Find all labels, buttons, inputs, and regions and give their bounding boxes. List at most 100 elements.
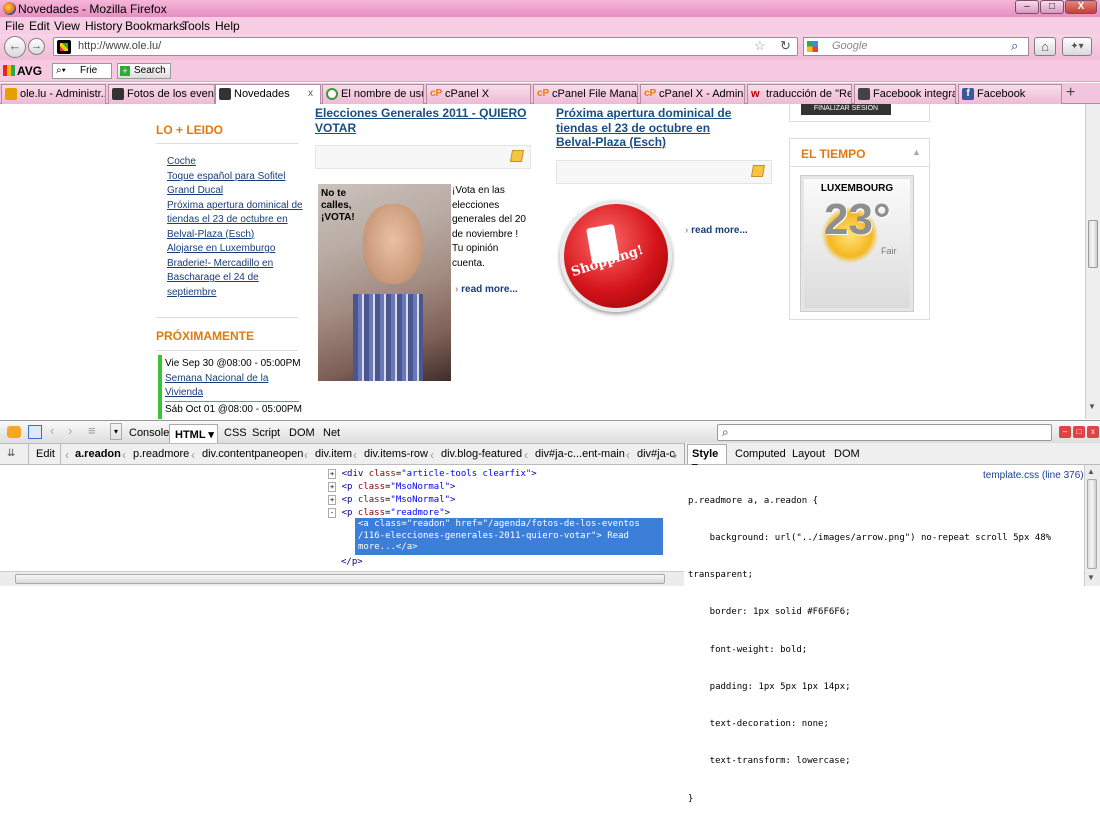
article-title[interactable]: Belval-Plaza (Esch)	[556, 135, 666, 150]
list-item[interactable]: Próxima apertura dominical de	[167, 199, 307, 214]
tab-cpanel-file[interactable]: cP cPanel File Mana...	[533, 84, 638, 104]
scrollbar-thumb[interactable]	[1088, 220, 1098, 268]
article-title[interactable]: VOTAR	[315, 121, 356, 136]
tab-novedades[interactable]: Novedades x	[215, 84, 321, 105]
scrollbar-thumb[interactable]	[1087, 479, 1097, 569]
tab-css[interactable]: CSS	[224, 427, 247, 439]
maximize-button[interactable]: □	[1040, 0, 1064, 14]
bookmark-star-icon[interactable]: ☆	[754, 38, 766, 54]
tab-facebook-integ[interactable]: Facebook integrat...	[854, 84, 956, 104]
article-image-vote[interactable]: No te calles, ¡VOTA!	[318, 184, 451, 381]
forward-button[interactable]: →	[28, 38, 45, 55]
scroll-down-icon[interactable]: ▼	[1087, 573, 1095, 582]
event-link[interactable]: Semana Nacional de la	[165, 372, 268, 387]
expand-icon[interactable]: ⇊	[7, 448, 15, 459]
breadcrumb-item[interactable]: div#ja-c	[637, 448, 675, 460]
tab-script[interactable]: Script	[252, 427, 280, 439]
read-more-link[interactable]: › read more...	[455, 284, 518, 295]
selected-html-node[interactable]: <a class="readon" href="/agenda/fotos-de…	[355, 518, 663, 555]
tab-style[interactable]: Style ▾	[687, 444, 727, 473]
html-node[interactable]: + <div class="article-tools clearfix">	[328, 469, 537, 479]
menu-history[interactable]: History	[85, 19, 122, 33]
article-title[interactable]: Elecciones Generales 2011 - QUIERO	[315, 106, 526, 121]
reload-icon[interactable]: ↻	[780, 38, 791, 54]
logout-button[interactable]: FINALIZAR SESION	[801, 104, 891, 115]
tab-html[interactable]: HTML ▾	[169, 424, 218, 444]
close-tab-icon[interactable]: x	[308, 85, 313, 103]
html-node[interactable]: - <p class="readmore">	[328, 508, 450, 518]
url-bar[interactable]: http://www.ole.lu/ ☆ ↻	[53, 37, 798, 56]
page-scrollbar[interactable]: ▼	[1085, 104, 1100, 419]
article-title[interactable]: tiendas el 23 de octubre en	[556, 121, 710, 136]
back-button[interactable]: ←	[4, 36, 26, 58]
article-title[interactable]: Próxima apertura dominical de	[556, 106, 731, 121]
breadcrumb-item[interactable]: a.readon	[75, 448, 121, 460]
detach-firebug-icon[interactable]: □	[1073, 426, 1085, 438]
menu-help[interactable]: Help	[215, 19, 240, 33]
minimize-firebug-icon[interactable]: –	[1059, 426, 1071, 438]
edit-icon[interactable]	[750, 165, 766, 177]
edit-button[interactable]: Edit	[28, 444, 61, 464]
list-item[interactable]: Belval-Plaza (Esch)	[167, 228, 307, 243]
breadcrumb-item[interactable]: div#ja-c...ent-main	[535, 448, 625, 460]
menu-edit[interactable]: Edit	[29, 19, 50, 33]
list-item[interactable]: tiendas el 23 de octubre en	[167, 213, 307, 228]
tab-fotos[interactable]: Fotos de los event...	[108, 84, 215, 104]
firebug-search-input[interactable]: ⌕	[717, 424, 1052, 441]
expand-icon[interactable]: +	[328, 469, 337, 479]
back-icon[interactable]: ‹	[50, 423, 54, 438]
tab-traduccion[interactable]: w traducción de "Re...	[747, 84, 852, 104]
list-item[interactable]: Braderie!- Mercadillo en	[167, 257, 307, 272]
list-item[interactable]: Alojarse en Luxemburgo	[167, 242, 307, 257]
tab-layout[interactable]: Layout	[792, 448, 825, 460]
close-button[interactable]: X	[1065, 0, 1097, 14]
breadcrumb-item[interactable]: div.items-row	[364, 448, 428, 460]
tab-cpanel-x[interactable]: cP cPanel X	[426, 84, 531, 104]
tab-nombre-usuario[interactable]: El nombre de usu...	[322, 84, 424, 104]
menu-dropdown-icon[interactable]: ▾	[110, 423, 122, 440]
list-item[interactable]: Toque español para Sofitel	[167, 170, 307, 185]
url-text[interactable]: http://www.ole.lu/	[78, 40, 161, 52]
breadcrumb-item[interactable]: div.contentpaneopen	[202, 448, 303, 460]
search-box[interactable]: Google ⌕	[803, 37, 1029, 56]
tab-ole-admin[interactable]: ole.lu - Administr...	[1, 84, 106, 104]
tab-dom[interactable]: DOM	[289, 427, 315, 439]
expand-icon[interactable]: +	[328, 495, 337, 505]
html-node-close[interactable]: </p>	[341, 557, 363, 567]
inspect-icon[interactable]	[28, 425, 42, 439]
minimize-button[interactable]: –	[1015, 0, 1039, 14]
tab-facebook[interactable]: f Facebook	[958, 84, 1062, 104]
menu-view[interactable]: View	[54, 19, 80, 33]
event-link[interactable]: Vivienda	[165, 386, 203, 401]
tab-cpanel-admin[interactable]: cPcPanel X - Admini...	[640, 84, 745, 104]
scrollbar-thumb[interactable]	[15, 574, 665, 584]
tab-dom-side[interactable]: DOM	[834, 448, 860, 460]
read-more-link[interactable]: › read more...	[685, 225, 748, 236]
menu-bookmarks[interactable]: Bookmarks	[125, 19, 185, 33]
tab-computed[interactable]: Computed	[735, 448, 786, 460]
collapse-icon[interactable]: -	[328, 508, 337, 518]
scroll-down-icon[interactable]: ▼	[1088, 402, 1096, 411]
breadcrumb-item[interactable]: div.item	[315, 448, 352, 460]
new-tab-button[interactable]: +	[1066, 84, 1075, 102]
horizontal-scrollbar[interactable]	[0, 571, 684, 586]
list-item[interactable]: Grand Ducal	[167, 184, 307, 199]
search-icon[interactable]: ⌕	[1011, 38, 1018, 54]
tab-console[interactable]: Console	[129, 427, 169, 439]
edit-icon[interactable]	[509, 150, 525, 162]
css-rule[interactable]: p.readmore a, a.readon { background: url…	[688, 470, 1051, 830]
expand-icon[interactable]: +	[328, 482, 337, 492]
menu-file[interactable]: File	[5, 19, 24, 33]
home-button[interactable]: ⌂	[1034, 37, 1056, 56]
forward-icon[interactable]: ›	[68, 423, 72, 438]
collapse-icon[interactable]: ▲	[912, 147, 921, 157]
style-panel-scrollbar[interactable]: ▲ ▼	[1084, 465, 1100, 586]
chevron-right-icon[interactable]: ›	[673, 448, 677, 462]
close-firebug-icon[interactable]: x	[1087, 426, 1099, 438]
list-item[interactable]: Bascharage el 24 de	[167, 271, 307, 286]
html-node[interactable]: + <p class="MsoNormal">	[328, 495, 455, 505]
avg-search-combo[interactable]: ⌕▾ Frie	[52, 63, 112, 79]
list-item[interactable]: septiembre	[167, 286, 307, 301]
tab-net[interactable]: Net	[323, 427, 340, 439]
addons-button[interactable]: ✦▾	[1062, 37, 1092, 56]
